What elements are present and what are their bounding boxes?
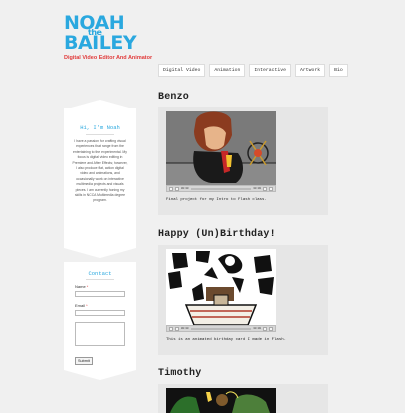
current-time: 00:00 bbox=[181, 327, 189, 330]
birthday-frame-image bbox=[166, 249, 276, 325]
about-title: Hi, I'm Noah bbox=[80, 124, 120, 131]
video-player[interactable]: 00:00 00:00 bbox=[166, 249, 276, 332]
seek-bar[interactable] bbox=[190, 327, 252, 330]
fullscreen-icon[interactable] bbox=[269, 326, 273, 331]
post-card: 00:00 00:00 This is an animated birthday… bbox=[158, 245, 328, 355]
benzo-frame-image bbox=[166, 111, 276, 185]
contact-divider bbox=[86, 279, 114, 280]
post-title[interactable]: Happy (Un)Birthday! bbox=[158, 229, 276, 240]
video-player[interactable] bbox=[166, 388, 276, 413]
contact-widget: Contact Name * Email * Submit bbox=[64, 262, 136, 370]
total-time: 00:00 bbox=[253, 327, 261, 330]
video-player[interactable]: 00:00 00:00 bbox=[166, 111, 276, 192]
contact-ribbon-bottom bbox=[64, 370, 136, 380]
fullscreen-icon[interactable] bbox=[269, 186, 273, 191]
nav-item-digital-video[interactable]: Digital Video bbox=[158, 64, 206, 77]
nav-item-animation[interactable]: Animation bbox=[209, 64, 246, 77]
nav-item-interactive[interactable]: Interactive bbox=[249, 64, 292, 77]
site-logo[interactable]: NOAH the BAILEY bbox=[64, 14, 144, 54]
site-tagline: Digital Video Editor And Animator bbox=[64, 55, 153, 61]
name-label: Name * bbox=[75, 284, 89, 289]
video-controls: 00:00 00:00 bbox=[166, 325, 276, 332]
post-title[interactable]: Benzo bbox=[158, 92, 189, 103]
video-controls: 00:00 00:00 bbox=[166, 185, 276, 192]
volume-icon[interactable] bbox=[263, 326, 267, 331]
timothy-frame-image bbox=[166, 388, 276, 413]
video-frame[interactable] bbox=[166, 388, 276, 413]
nav-item-bio[interactable]: Bio bbox=[329, 64, 348, 77]
total-time: 00:00 bbox=[253, 187, 261, 190]
post-card: 00:00 00:00 Final project for my Intro t… bbox=[158, 107, 328, 215]
stop-button[interactable] bbox=[175, 326, 179, 331]
main-nav: Digital Video Animation Interactive Artw… bbox=[158, 64, 348, 77]
about-divider bbox=[86, 134, 114, 135]
about-text: I have a passion for crafting visual exp… bbox=[72, 139, 128, 203]
play-button[interactable] bbox=[169, 326, 173, 331]
about-widget: Hi, I'm Noah I have a passion for crafti… bbox=[64, 108, 136, 248]
page: NOAH the BAILEY Digital Video Editor And… bbox=[0, 0, 405, 413]
current-time: 00:00 bbox=[181, 187, 189, 190]
post-caption: This is an animated birthday card I made… bbox=[166, 338, 287, 342]
seek-bar[interactable] bbox=[190, 187, 252, 190]
message-field[interactable] bbox=[75, 322, 125, 346]
about-ribbon-bottom bbox=[64, 248, 136, 258]
post-title[interactable]: Timothy bbox=[158, 368, 201, 379]
video-frame[interactable] bbox=[166, 111, 276, 185]
submit-button[interactable]: Submit bbox=[75, 357, 93, 365]
play-button[interactable] bbox=[169, 186, 173, 191]
volume-icon[interactable] bbox=[263, 186, 267, 191]
video-frame[interactable] bbox=[166, 249, 276, 325]
nav-item-artwork[interactable]: Artwork bbox=[295, 64, 326, 77]
contact-title: Contact bbox=[88, 270, 112, 277]
name-field[interactable] bbox=[75, 291, 125, 297]
post-caption: Final project for my Intro to Flash clas… bbox=[166, 198, 267, 202]
stop-button[interactable] bbox=[175, 186, 179, 191]
email-field[interactable] bbox=[75, 310, 125, 316]
email-label: Email * bbox=[75, 303, 88, 308]
logo-last-name: BAILEY bbox=[64, 32, 137, 54]
post-card bbox=[158, 384, 328, 413]
